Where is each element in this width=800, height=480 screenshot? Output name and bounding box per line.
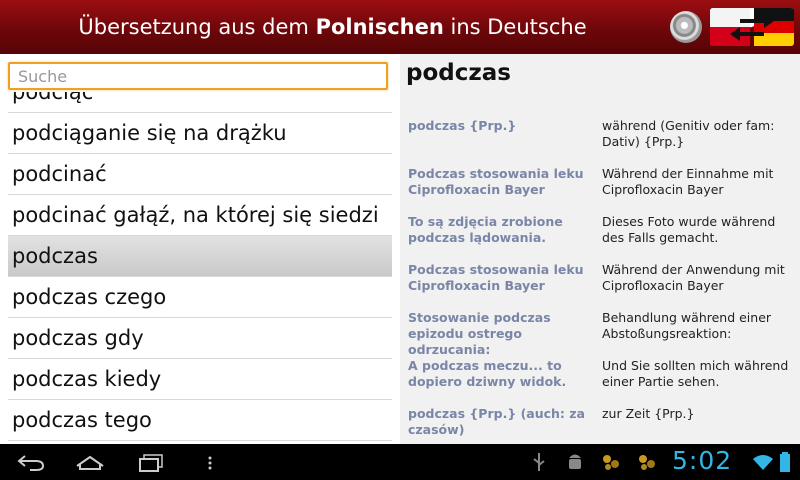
translation-list: podczas {Prp.} während (Genitiv oder fam…	[408, 116, 798, 444]
list-item[interactable]: podcinać gałąź, na której się siedzi	[8, 195, 392, 236]
source-phrase: A podczas meczu... to dopiero dziwny wid…	[408, 358, 567, 389]
list-item[interactable]: podcinać	[8, 154, 392, 195]
app-title: Übersetzung aus dem Polnischen ins Deuts…	[0, 0, 665, 54]
target-phrase: Dieses Foto wurde während des Falls gema…	[602, 214, 776, 245]
notification-icon	[603, 455, 619, 470]
notification-icon	[639, 455, 655, 470]
source-phrase: Podczas stosowania leku Ciprofloxacin Ba…	[408, 166, 584, 197]
search-field[interactable]	[8, 62, 388, 90]
translation-row[interactable]: Podczas stosowania leku Ciprofloxacin Ba…	[408, 260, 798, 308]
title-middle: ins	[443, 15, 488, 39]
system-navigation-bar: 5:02	[0, 444, 800, 480]
translation-row[interactable]: Stosowanie podczas epizodu ostrego odrzu…	[408, 308, 798, 357]
list-item[interactable]: podczas kiedy	[8, 359, 392, 400]
usb-icon	[533, 453, 545, 471]
translation-row[interactable]: podczas {Prp.} während (Genitiv oder fam…	[408, 116, 798, 164]
source-phrase: Stosowanie podczas epizodu ostrego odrzu…	[408, 310, 551, 357]
back-icon[interactable]	[16, 450, 46, 474]
list-item[interactable]: podczas gdy	[8, 318, 392, 359]
battery-icon	[780, 452, 790, 472]
source-phrase: To są zdjęcia zrobione podczas lądowania…	[408, 214, 563, 245]
search-input[interactable]	[10, 64, 386, 88]
target-phrase: Und Sie sollten mich während einer Parti…	[602, 358, 789, 389]
speaker-icon[interactable]	[670, 11, 702, 43]
source-phrase: Podczas stosowania leku Ciprofloxacin Ba…	[408, 262, 584, 293]
translation-row[interactable]: podczas {Prp.} (auch: za czasów) zur Zei…	[408, 404, 798, 444]
translation-row[interactable]: To są zdjęcia zrobione podczas lądowania…	[408, 212, 798, 260]
menu-icon[interactable]	[204, 450, 216, 474]
list-item-selected[interactable]: podczas	[8, 236, 392, 277]
language-swap-icon[interactable]	[710, 8, 794, 46]
list-item[interactable]: podciąć	[8, 92, 392, 113]
target-phrase: während (Genitiv oder fam: Dativ) {Prp.}	[602, 118, 775, 149]
headword: podczas	[406, 60, 511, 86]
target-phrase: zur Zeit {Prp.}	[602, 406, 695, 421]
translation-row[interactable]: Podczas stosowania leku Ciprofloxacin Ba…	[408, 164, 798, 212]
word-list[interactable]: podciąć podciąganie się na drążku podcin…	[8, 92, 392, 444]
translation-pane: podczas podczas {Prp.} während (Genitiv …	[400, 54, 800, 444]
list-item[interactable]: podciąganie się na drążku	[8, 113, 392, 154]
target-phrase: Behandlung während einer Abstoßungsreakt…	[602, 310, 772, 341]
source-phrase: podczas {Prp.} (auch: za czasów)	[408, 406, 585, 437]
android-debug-icon	[569, 454, 581, 469]
list-item[interactable]: podczas czego	[8, 277, 392, 318]
title-source-language: Polnischen	[315, 15, 444, 39]
target-phrase: Während der Anwendung mit Ciprofloxacin …	[602, 262, 785, 293]
translation-row[interactable]: A podczas meczu... to dopiero dziwny wid…	[408, 356, 798, 404]
title-prefix: Übersetzung aus dem	[78, 15, 316, 39]
title-target-language: Deutsche	[487, 15, 587, 39]
status-clock: 5:02	[672, 446, 733, 475]
recent-apps-icon[interactable]	[136, 450, 166, 474]
target-phrase: Während der Einnahme mit Ciprofloxacin B…	[602, 166, 774, 197]
app-header: Übersetzung aus dem Polnischen ins Deuts…	[0, 0, 800, 54]
source-phrase: podczas {Prp.}	[408, 118, 517, 133]
home-icon[interactable]	[74, 450, 106, 474]
word-list-pane: podciąć podciąganie się na drążku podcin…	[0, 54, 400, 444]
list-item[interactable]: podczas tego	[8, 400, 392, 441]
wifi-icon	[753, 455, 773, 470]
